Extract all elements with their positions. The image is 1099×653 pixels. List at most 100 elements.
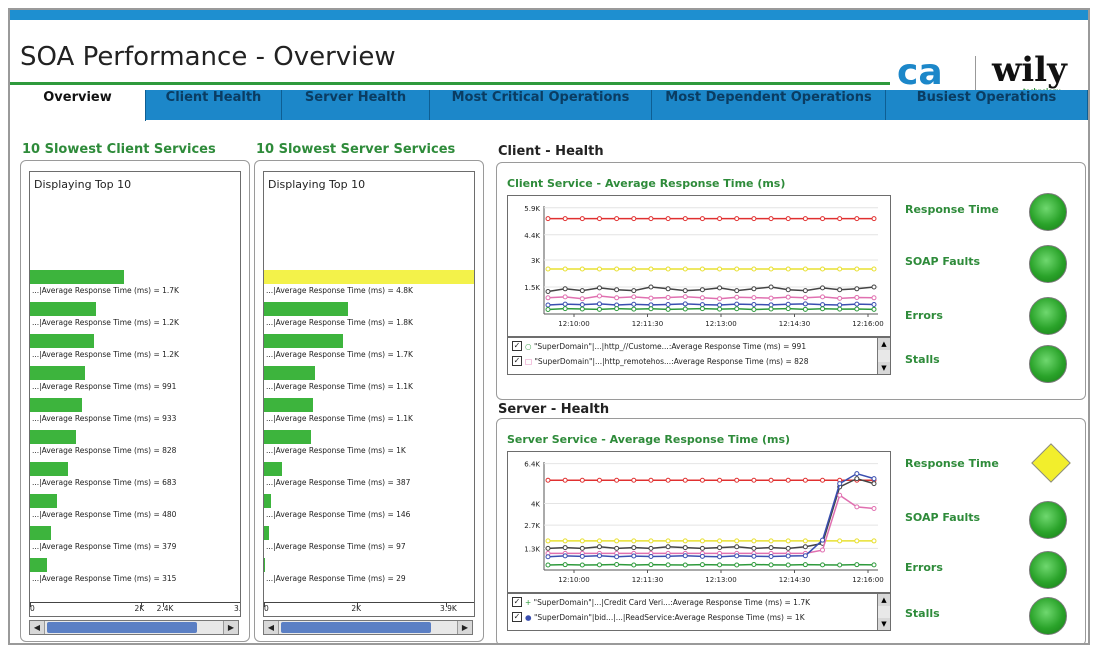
data-point <box>545 289 551 294</box>
data-point <box>871 284 877 290</box>
checkbox[interactable]: ✓ <box>512 597 522 607</box>
data-point <box>717 554 723 560</box>
server-line-chart-svg: 6.4K 4K 2.7K 1.3K 12:10:00 12:11:30 12:13:00 12… <box>524 461 883 584</box>
data-point <box>648 562 654 568</box>
bar <box>264 494 271 508</box>
legend-scrollbar[interactable]: ▲ ▼ <box>877 594 890 630</box>
scrollbar-thumb[interactable] <box>281 622 431 633</box>
data-point <box>562 538 568 544</box>
legend-item[interactable]: ✓ + "SuperDomain"|...|Credit Card Veri...… <box>512 597 810 608</box>
data-point <box>837 295 843 301</box>
scroll-up-button[interactable]: ▲ <box>878 594 890 606</box>
data-point <box>631 306 637 312</box>
data-point <box>596 538 602 544</box>
tab-most-dependent-operations[interactable]: Most Dependent Operations <box>652 90 886 120</box>
scroll-down-button[interactable]: ▼ <box>878 618 890 630</box>
x-tick-label: 12:11:30 <box>632 320 663 328</box>
data-point <box>614 216 620 222</box>
server-response-time-warning-icon <box>1031 443 1071 483</box>
bar-label: ...|Average Response Time (ms) = 1.2K <box>32 318 179 327</box>
data-point <box>802 295 808 301</box>
tab-client-health[interactable]: Client Health <box>146 90 282 120</box>
data-point <box>648 302 654 308</box>
server-soap-faults-status-icon <box>1029 501 1067 539</box>
data-point <box>854 504 860 510</box>
data-point <box>717 302 723 308</box>
scroll-right-button[interactable]: ▶ <box>457 621 472 634</box>
bar <box>30 302 97 316</box>
data-point <box>717 296 723 302</box>
data-point <box>665 301 671 307</box>
data-point <box>734 544 740 550</box>
bar <box>264 430 311 444</box>
client-list-scrollbar[interactable]: ◀ ▶ <box>29 620 239 635</box>
checkbox[interactable]: ✓ <box>512 612 522 622</box>
data-point <box>562 266 568 272</box>
data-point <box>871 538 877 544</box>
data-point <box>837 216 843 222</box>
bar <box>264 366 316 380</box>
data-point <box>699 562 705 568</box>
tab-server-health[interactable]: Server Health <box>282 90 430 120</box>
data-point <box>820 216 826 222</box>
data-point <box>699 538 705 544</box>
data-point <box>562 553 568 559</box>
data-point <box>802 288 808 294</box>
scroll-right-button[interactable]: ▶ <box>223 621 238 634</box>
legend-item[interactable]: ✓ ○ "SuperDomain"|...|http_//Custome...:A… <box>512 341 806 352</box>
data-point <box>665 286 671 292</box>
axis-tick-label: 3.8K <box>234 604 241 613</box>
bar-label: ...|Average Response Time (ms) = 146 <box>266 510 411 519</box>
data-point <box>802 266 808 272</box>
data-point <box>837 481 843 487</box>
tab-bar: Overview Client Health Server Health Mos… <box>10 90 1088 121</box>
checkbox[interactable]: ✓ <box>512 341 522 351</box>
scroll-left-button[interactable]: ◀ <box>30 621 45 634</box>
axis-tick-label: 2K <box>134 604 145 613</box>
series-line <box>547 477 875 550</box>
data-point <box>682 306 688 312</box>
data-point <box>596 553 602 559</box>
data-point <box>837 492 843 498</box>
legend-item[interactable]: ✓ ● "SuperDomain"|bid...|...|ReadService:… <box>512 612 805 623</box>
data-point <box>871 301 877 307</box>
server-errors-status-icon <box>1029 551 1067 589</box>
data-point <box>579 288 585 294</box>
bar <box>30 366 85 380</box>
data-point <box>717 545 723 551</box>
data-point <box>682 294 688 300</box>
data-point <box>751 266 757 272</box>
data-point <box>648 538 654 544</box>
data-point <box>579 306 585 312</box>
tab-overview[interactable]: Overview <box>10 90 146 121</box>
bar-label: ...|Average Response Time (ms) = 1K <box>266 446 406 455</box>
data-point <box>802 538 808 544</box>
data-point <box>699 295 705 301</box>
data-point <box>751 307 757 312</box>
data-point <box>871 481 877 487</box>
scrollbar-thumb[interactable] <box>47 622 197 633</box>
checkbox[interactable]: ✓ <box>512 356 522 366</box>
scroll-down-button[interactable]: ▼ <box>878 362 890 374</box>
ca-wily-logo: ca wily technology <box>897 50 1082 95</box>
scroll-up-button[interactable]: ▲ <box>878 338 890 350</box>
bar-label: ...|Average Response Time (ms) = 97 <box>266 542 406 551</box>
tab-most-critical-operations[interactable]: Most Critical Operations <box>430 90 652 120</box>
data-point <box>631 553 637 559</box>
legend-item[interactable]: ✓ □ "SuperDomain"|...|http_remotehos...:A… <box>512 356 808 367</box>
data-point <box>734 538 740 544</box>
server-list-scrollbar[interactable]: ◀ ▶ <box>263 620 473 635</box>
tab-busiest-operations[interactable]: Busiest Operations <box>886 90 1088 120</box>
data-point <box>648 545 654 551</box>
server-response-time-label: Response Time <box>905 457 999 470</box>
data-point <box>717 562 723 568</box>
y-tick-label: 6.4K <box>524 461 540 469</box>
data-point <box>802 216 808 222</box>
legend-scrollbar[interactable]: ▲ ▼ <box>877 338 890 374</box>
client-chart-legend: ✓ ○ "SuperDomain"|...|http_//Custome...:A… <box>507 337 891 375</box>
scroll-left-button[interactable]: ◀ <box>264 621 279 634</box>
data-point <box>785 538 791 544</box>
client-chart-title: Client Service - Average Response Time (… <box>507 177 786 190</box>
x-tick-label: 12:13:00 <box>705 320 736 328</box>
data-point <box>820 294 826 300</box>
